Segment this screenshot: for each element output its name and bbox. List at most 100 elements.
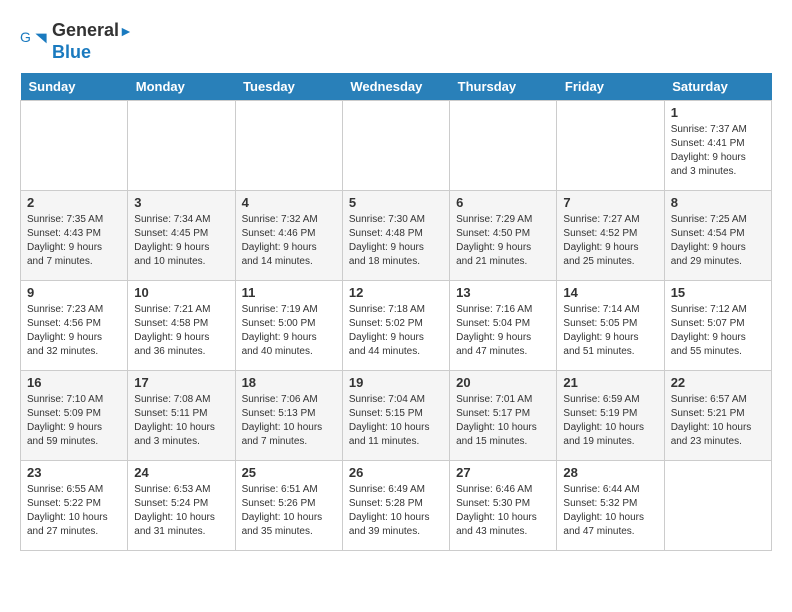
calendar-cell: 11 Sunrise: 7:19 AM Sunset: 5:00 PM Dayli… (235, 281, 342, 371)
day-info: Sunrise: 7:23 AM Sunset: 4:56 PM Dayligh… (27, 303, 121, 359)
day-number: 14 (563, 285, 657, 300)
day-number: 8 (671, 195, 765, 210)
day-info: Sunrise: 6:55 AM Sunset: 5:22 PM Dayligh… (27, 483, 121, 539)
calendar-cell: 17 Sunrise: 7:08 AM Sunset: 5:11 PM Dayli… (128, 371, 235, 461)
day-number: 17 (134, 375, 228, 390)
day-info: Sunrise: 7:04 AM Sunset: 5:15 PM Dayligh… (349, 393, 443, 449)
calendar-cell: 16 Sunrise: 7:10 AM Sunset: 5:09 PM Dayli… (21, 371, 128, 461)
day-number: 12 (349, 285, 443, 300)
day-number: 28 (563, 465, 657, 480)
day-number: 5 (349, 195, 443, 210)
day-number: 22 (671, 375, 765, 390)
day-number: 3 (134, 195, 228, 210)
logo-text: General► Blue (52, 20, 133, 63)
day-info: Sunrise: 6:46 AM Sunset: 5:30 PM Dayligh… (456, 483, 550, 539)
calendar-cell: 28Sunrise: 6:44 AM Sunset: 5:32 PM Dayli… (557, 461, 664, 551)
day-info: Sunrise: 7:21 AM Sunset: 4:58 PM Dayligh… (134, 303, 228, 359)
calendar-cell: 2 Sunrise: 7:35 AM Sunset: 4:43 PM Daylig… (21, 191, 128, 281)
col-header-thursday: Thursday (450, 73, 557, 101)
calendar-cell (235, 101, 342, 191)
day-info: Sunrise: 7:34 AM Sunset: 4:45 PM Dayligh… (134, 213, 228, 269)
calendar-cell: 7 Sunrise: 7:27 AM Sunset: 4:52 PM Daylig… (557, 191, 664, 281)
day-info: Sunrise: 7:08 AM Sunset: 5:11 PM Dayligh… (134, 393, 228, 449)
day-info: Sunrise: 6:51 AM Sunset: 5:26 PM Dayligh… (242, 483, 336, 539)
calendar-cell: 14 Sunrise: 7:14 AM Sunset: 5:05 PM Dayli… (557, 281, 664, 371)
calendar-cell: 25 Sunrise: 6:51 AM Sunset: 5:26 PM Dayli… (235, 461, 342, 551)
day-number: 9 (27, 285, 121, 300)
day-number: 25 (242, 465, 336, 480)
day-number: 2 (27, 195, 121, 210)
day-number: 24 (134, 465, 228, 480)
col-header-sunday: Sunday (21, 73, 128, 101)
logo-icon: G (20, 28, 48, 56)
calendar-cell (450, 101, 557, 191)
day-number: 16 (27, 375, 121, 390)
calendar-cell: 20Sunrise: 7:01 AM Sunset: 5:17 PM Dayli… (450, 371, 557, 461)
calendar-cell (557, 101, 664, 191)
day-number: 10 (134, 285, 228, 300)
day-info: Sunrise: 7:30 AM Sunset: 4:48 PM Dayligh… (349, 213, 443, 269)
calendar-cell: 13 Sunrise: 7:16 AM Sunset: 5:04 PM Dayli… (450, 281, 557, 371)
day-info: Sunrise: 7:10 AM Sunset: 5:09 PM Dayligh… (27, 393, 121, 449)
calendar-cell: 6Sunrise: 7:29 AM Sunset: 4:50 PM Daylig… (450, 191, 557, 281)
calendar-week-4: 16 Sunrise: 7:10 AM Sunset: 5:09 PM Dayli… (21, 371, 772, 461)
day-info: Sunrise: 7:01 AM Sunset: 5:17 PM Dayligh… (456, 393, 550, 449)
day-number: 19 (349, 375, 443, 390)
calendar-cell: 9 Sunrise: 7:23 AM Sunset: 4:56 PM Daylig… (21, 281, 128, 371)
day-number: 18 (242, 375, 336, 390)
day-number: 23 (27, 465, 121, 480)
calendar-cell: 27 Sunrise: 6:46 AM Sunset: 5:30 PM Dayli… (450, 461, 557, 551)
day-number: 11 (242, 285, 336, 300)
day-info: Sunrise: 7:35 AM Sunset: 4:43 PM Dayligh… (27, 213, 121, 269)
calendar-cell: 8 Sunrise: 7:25 AM Sunset: 4:54 PM Daylig… (664, 191, 771, 281)
day-info: Sunrise: 7:06 AM Sunset: 5:13 PM Dayligh… (242, 393, 336, 449)
calendar-cell (21, 101, 128, 191)
calendar-cell: 1 Sunrise: 7:37 AM Sunset: 4:41 PM Daylig… (664, 101, 771, 191)
calendar-cell (342, 101, 449, 191)
calendar-week-5: 23 Sunrise: 6:55 AM Sunset: 5:22 PM Dayli… (21, 461, 772, 551)
day-info: Sunrise: 7:32 AM Sunset: 4:46 PM Dayligh… (242, 213, 336, 269)
calendar-week-3: 9 Sunrise: 7:23 AM Sunset: 4:56 PM Daylig… (21, 281, 772, 371)
col-header-saturday: Saturday (664, 73, 771, 101)
day-info: Sunrise: 7:29 AM Sunset: 4:50 PM Dayligh… (456, 213, 550, 269)
day-info: Sunrise: 7:27 AM Sunset: 4:52 PM Dayligh… (563, 213, 657, 269)
day-number: 7 (563, 195, 657, 210)
calendar-week-1: 1 Sunrise: 7:37 AM Sunset: 4:41 PM Daylig… (21, 101, 772, 191)
day-info: Sunrise: 7:18 AM Sunset: 5:02 PM Dayligh… (349, 303, 443, 359)
day-number: 1 (671, 105, 765, 120)
day-number: 27 (456, 465, 550, 480)
calendar-cell: 24 Sunrise: 6:53 AM Sunset: 5:24 PM Dayli… (128, 461, 235, 551)
col-header-tuesday: Tuesday (235, 73, 342, 101)
calendar-cell: 5 Sunrise: 7:30 AM Sunset: 4:48 PM Daylig… (342, 191, 449, 281)
calendar-cell: 12 Sunrise: 7:18 AM Sunset: 5:02 PM Dayli… (342, 281, 449, 371)
calendar-cell: 23 Sunrise: 6:55 AM Sunset: 5:22 PM Dayli… (21, 461, 128, 551)
page-header: G General► Blue (20, 20, 772, 63)
day-info: Sunrise: 7:19 AM Sunset: 5:00 PM Dayligh… (242, 303, 336, 359)
day-number: 21 (563, 375, 657, 390)
day-number: 15 (671, 285, 765, 300)
calendar-cell: 21 Sunrise: 6:59 AM Sunset: 5:19 PM Dayli… (557, 371, 664, 461)
calendar-week-2: 2 Sunrise: 7:35 AM Sunset: 4:43 PM Daylig… (21, 191, 772, 281)
day-info: Sunrise: 6:59 AM Sunset: 5:19 PM Dayligh… (563, 393, 657, 449)
day-info: Sunrise: 7:16 AM Sunset: 5:04 PM Dayligh… (456, 303, 550, 359)
col-header-friday: Friday (557, 73, 664, 101)
day-info: Sunrise: 7:25 AM Sunset: 4:54 PM Dayligh… (671, 213, 765, 269)
day-info: Sunrise: 7:14 AM Sunset: 5:05 PM Dayligh… (563, 303, 657, 359)
day-info: Sunrise: 6:53 AM Sunset: 5:24 PM Dayligh… (134, 483, 228, 539)
calendar-cell (664, 461, 771, 551)
calendar-cell: 18 Sunrise: 7:06 AM Sunset: 5:13 PM Dayli… (235, 371, 342, 461)
day-info: Sunrise: 7:12 AM Sunset: 5:07 PM Dayligh… (671, 303, 765, 359)
calendar-cell: 26 Sunrise: 6:49 AM Sunset: 5:28 PM Dayli… (342, 461, 449, 551)
calendar-cell: 15 Sunrise: 7:12 AM Sunset: 5:07 PM Dayli… (664, 281, 771, 371)
day-info: Sunrise: 7:37 AM Sunset: 4:41 PM Dayligh… (671, 123, 765, 179)
logo: G General► Blue (20, 20, 133, 63)
calendar-table: SundayMondayTuesdayWednesdayThursdayFrid… (20, 73, 772, 551)
calendar-header-row: SundayMondayTuesdayWednesdayThursdayFrid… (21, 73, 772, 101)
calendar-cell: 22Sunrise: 6:57 AM Sunset: 5:21 PM Dayli… (664, 371, 771, 461)
day-info: Sunrise: 6:49 AM Sunset: 5:28 PM Dayligh… (349, 483, 443, 539)
day-number: 4 (242, 195, 336, 210)
calendar-cell: 10 Sunrise: 7:21 AM Sunset: 4:58 PM Dayli… (128, 281, 235, 371)
day-number: 26 (349, 465, 443, 480)
calendar-cell: 19 Sunrise: 7:04 AM Sunset: 5:15 PM Dayli… (342, 371, 449, 461)
day-number: 13 (456, 285, 550, 300)
